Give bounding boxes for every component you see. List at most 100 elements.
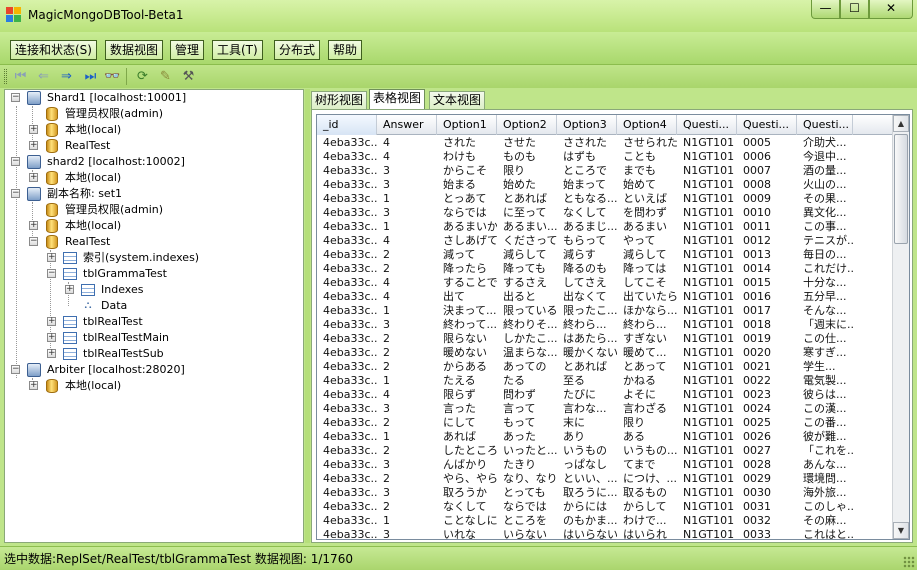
column-header[interactable]: Option1 <box>437 115 497 135</box>
table-cell[interactable]: 暖めて... <box>617 346 677 360</box>
table-cell[interactable]: 3 <box>377 206 437 220</box>
table-cell[interactable]: 環境問... <box>797 472 853 486</box>
table-cell[interactable]: よそに <box>617 388 677 402</box>
table-cell[interactable]: 0008 <box>737 178 797 192</box>
table-cell[interactable]: 4 <box>377 136 437 150</box>
table-cell[interactable]: 0005 <box>737 136 797 150</box>
table-row[interactable]: 4eba33c... 2 したところ いったと... いうもの いうもの... N1GT10… <box>317 444 893 458</box>
table-cell[interactable]: はあたら... <box>557 332 617 346</box>
vertical-scrollbar[interactable]: ▲ ▼ <box>892 115 909 539</box>
table-cell[interactable]: その麻... <box>797 514 853 528</box>
table-cell[interactable]: 異文化... <box>797 206 853 220</box>
table-cell[interactable]: N1GT101 <box>677 276 737 290</box>
resize-grip-icon[interactable] <box>903 556 915 568</box>
table-cell[interactable]: ところで <box>557 164 617 178</box>
table-cell[interactable]: 限っている <box>497 304 557 318</box>
table-cell[interactable]: に至って <box>497 206 557 220</box>
table-cell[interactable]: なくして <box>557 206 617 220</box>
table-cell[interactable]: 始めた <box>497 178 557 192</box>
table-cell[interactable]: 言わざる <box>617 402 677 416</box>
table-cell[interactable]: させられた <box>617 136 677 150</box>
table-cell[interactable]: N1GT101 <box>677 528 737 539</box>
table-cell[interactable]: とあって <box>617 360 677 374</box>
table-cell[interactable]: さしあげて <box>437 234 497 248</box>
table-cell[interactable]: すぎない <box>617 332 677 346</box>
table-cell[interactable]: 0019 <box>737 332 797 346</box>
table-cell[interactable]: とあれば <box>497 192 557 206</box>
tree-panel[interactable]: − Shard1 [localhost:10001] 管理员权限(admin) … <box>4 89 304 543</box>
table-cell[interactable]: 0025 <box>737 416 797 430</box>
table-cell[interactable]: N1GT101 <box>677 220 737 234</box>
table-cell[interactable]: 2 <box>377 472 437 486</box>
table-cell[interactable]: N1GT101 <box>677 430 737 444</box>
table-cell[interactable]: N1GT101 <box>677 164 737 178</box>
table-cell[interactable]: にして <box>437 416 497 430</box>
table-cell[interactable]: あった <box>497 430 557 444</box>
table-cell[interactable]: 4eba33c... <box>317 416 377 430</box>
expand-icon[interactable]: + <box>29 221 38 230</box>
table-cell[interactable]: 1 <box>377 304 437 318</box>
table-cell[interactable]: N1GT101 <box>677 304 737 318</box>
table-cell[interactable]: 始まる <box>437 178 497 192</box>
table-cell[interactable]: 4eba33c... <box>317 234 377 248</box>
toolbar-grip[interactable] <box>4 69 7 84</box>
table-cell[interactable]: もって <box>497 416 557 430</box>
table-cell[interactable]: 4eba33c... <box>317 290 377 304</box>
table-cell[interactable]: からこそ <box>437 164 497 178</box>
table-cell[interactable]: 4 <box>377 290 437 304</box>
menu-distributed[interactable]: 分布式 <box>274 40 321 60</box>
table-cell[interactable]: たきり <box>497 458 557 472</box>
table-cell[interactable]: 0017 <box>737 304 797 318</box>
table-row[interactable]: 4eba33c... 3 終わって... 終わりそ... 終わら... 終わら... N1G… <box>317 318 893 332</box>
table-cell[interactable]: 3 <box>377 458 437 472</box>
table-cell[interactable]: いうもの... <box>617 444 677 458</box>
search-icon[interactable]: 👓 <box>104 68 121 85</box>
table-cell[interactable]: 1 <box>377 430 437 444</box>
table-row[interactable]: 4eba33c... 2 減って 減らして 減らす 減らして N1GT101 0013 毎日の.… <box>317 248 893 262</box>
table-cell[interactable]: 2 <box>377 346 437 360</box>
table-cell[interactable]: 3 <box>377 402 437 416</box>
table-cell[interactable]: 4eba33c... <box>317 388 377 402</box>
table-cell[interactable]: 降ったら <box>437 262 497 276</box>
table-cell[interactable]: N1GT101 <box>677 514 737 528</box>
scroll-up-icon[interactable]: ▲ <box>893 115 909 132</box>
table-cell[interactable]: 始めて <box>617 178 677 192</box>
table-cell[interactable]: いらない <box>497 528 557 539</box>
refresh-icon[interactable]: ⟳ <box>134 68 151 85</box>
expand-icon[interactable]: + <box>47 317 56 326</box>
table-cell[interactable]: 出なくて <box>557 290 617 304</box>
table-cell[interactable]: N1GT101 <box>677 332 737 346</box>
table-cell[interactable]: 4eba33c... <box>317 500 377 514</box>
table-cell[interactable]: 決まって... <box>437 304 497 318</box>
table-cell[interactable]: ならでは <box>497 500 557 514</box>
table-cell[interactable]: 「これを... <box>797 444 853 458</box>
table-cell[interactable]: 4eba33c... <box>317 472 377 486</box>
table-cell[interactable]: N1GT101 <box>677 150 737 164</box>
table-row[interactable]: 4eba33c... 4 さしあげて くださって もらって やって N1GT101 0012 テ… <box>317 234 893 248</box>
table-cell[interactable]: 「週末に... <box>797 318 853 332</box>
table-cell[interactable]: 取るもの <box>617 486 677 500</box>
table-cell[interactable]: 3 <box>377 318 437 332</box>
table-cell[interactable]: 0020 <box>737 346 797 360</box>
table-cell[interactable]: 0023 <box>737 388 797 402</box>
table-cell[interactable]: かねる <box>617 374 677 388</box>
table-cell[interactable]: につけ、... <box>617 472 677 486</box>
table-cell[interactable]: 限らず <box>437 388 497 402</box>
table-cell[interactable]: なくして <box>437 500 497 514</box>
table-cell[interactable]: たえる <box>437 374 497 388</box>
table-cell[interactable]: 0012 <box>737 234 797 248</box>
table-cell[interactable]: したところ <box>437 444 497 458</box>
table-cell[interactable]: までも <box>617 164 677 178</box>
table-cell[interactable]: あんな... <box>797 458 853 472</box>
expand-icon[interactable]: + <box>65 285 74 294</box>
table-cell[interactable]: N1GT101 <box>677 248 737 262</box>
table-cell[interactable]: 0033 <box>737 528 797 539</box>
table-row[interactable]: 4eba33c... 2 にして もって 末に 限り N1GT101 0025 この番... <box>317 416 893 430</box>
table-cell[interactable]: された <box>437 136 497 150</box>
table-cell[interactable]: 終わら... <box>617 318 677 332</box>
table-cell[interactable]: N1GT101 <box>677 444 737 458</box>
table-row[interactable]: 4eba33c... 1 あるまいか あるまい... あるまじ... あるまい N1GT10… <box>317 220 893 234</box>
table-cell[interactable]: N1GT101 <box>677 472 737 486</box>
table-cell[interactable]: あれば <box>437 430 497 444</box>
table-cell[interactable]: 2 <box>377 360 437 374</box>
